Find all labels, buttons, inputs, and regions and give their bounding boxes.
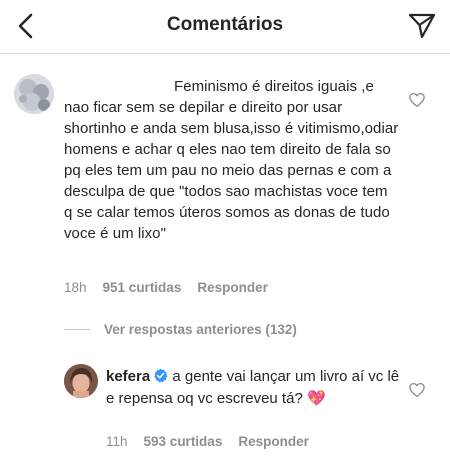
reply-reply-button[interactable]: Responder [238, 434, 309, 449]
view-replies-label: Ver respostas anteriores (132) [104, 322, 297, 337]
reply-time: 11h [106, 434, 128, 449]
reply-avatar[interactable] [64, 364, 98, 398]
avatar-image [14, 74, 54, 114]
direct-share-button[interactable] [404, 8, 440, 44]
reply-comment: kefera a gente vai lançar um livro aí vc… [106, 366, 408, 410]
reply-likes[interactable]: 593 curtidas [144, 434, 223, 449]
comment-meta: 18h 951 curtidas Responder [64, 280, 268, 295]
view-previous-replies-button[interactable]: Ver respostas anteriores (132) [64, 322, 297, 337]
reply-heart-icon[interactable] [408, 381, 426, 399]
reply-username[interactable]: kefera [106, 368, 150, 385]
divider-line [64, 329, 90, 330]
verified-badge-icon [154, 368, 168, 383]
comment-text: Feminismo é direitos iguais ,e nao ficar… [64, 78, 399, 242]
reply-button[interactable]: Responder [197, 280, 268, 295]
direct-share-icon [408, 13, 436, 39]
comment-likes[interactable]: 951 curtidas [103, 280, 182, 295]
heart-icon[interactable] [408, 91, 426, 109]
reply-avatar-image [64, 364, 98, 398]
avatar[interactable] [14, 74, 54, 114]
comment-time: 18h [64, 280, 87, 295]
page-title: Comentários [166, 14, 284, 35]
header-bar: Comentários [0, 0, 450, 54]
reply-meta: 11h 593 curtidas Responder [106, 434, 309, 449]
